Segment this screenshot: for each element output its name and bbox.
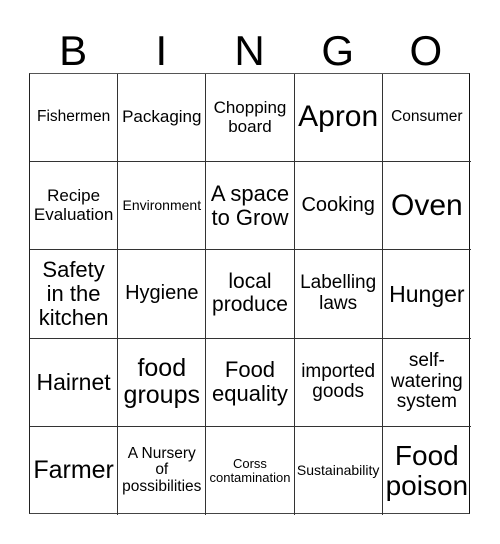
bingo-cell[interactable]: Packaging [118,74,207,163]
cell-text: Hairnet [36,368,111,395]
bingo-cell[interactable]: Hairnet [30,338,119,427]
bingo-cell[interactable]: A space to Grow [206,162,295,251]
bingo-cell[interactable]: imported goods [294,338,383,427]
bingo-cell[interactable]: Corss contamination [206,426,295,515]
bingo-cell[interactable]: Safety in the kitchen [30,250,119,339]
cell-text: A Nursery of possibilities [122,444,202,496]
bingo-cell[interactable]: Fishermen [30,74,119,163]
cell-text: Chopping board [213,98,287,136]
header-letter-b: B [59,27,88,74]
cell-text: Safety in the kitchen [38,257,109,330]
cell-text: Fishermen [36,108,111,126]
bingo-header: B I N G O [29,28,470,73]
header-letter-o: O [409,27,443,74]
bingo-cell[interactable]: food groups [118,338,207,427]
cell-text: self-watering system [390,350,463,413]
header-letter-i: I [155,27,168,74]
bingo-cell[interactable]: Food poison [383,427,471,515]
cell-text: Food equality [212,357,288,407]
bingo-cell[interactable]: self-watering system [382,339,471,427]
cell-text: local produce [212,270,288,316]
bingo-cell[interactable]: Environment [118,162,207,251]
header-letter-n: N [234,27,265,74]
bingo-cell[interactable]: Oven [382,162,471,251]
bingo-grid: Fishermen Packaging Chopping board Apron… [29,73,471,515]
bingo-cell[interactable]: local produce [206,250,295,339]
bingo-cell[interactable]: Labelling laws [294,250,383,339]
cell-text: Food poison [385,439,469,501]
bingo-cell[interactable]: Consumer [382,74,471,163]
cell-text: Corss contamination [209,455,291,485]
cell-text: Packaging [122,107,202,127]
cell-text: Environment [122,197,202,214]
bingo-cell[interactable]: Hygiene [118,250,207,339]
header-letter-g: G [321,27,355,74]
cell-text: Oven [390,188,463,222]
bingo-cell[interactable]: Apron [294,74,383,163]
cell-text: Hunger [389,280,465,307]
cell-text: Consumer [391,108,463,126]
bingo-cell[interactable]: Chopping board [206,74,295,163]
bingo-cell[interactable]: Cooking [294,162,383,251]
cell-text: Cooking [301,193,375,216]
cell-text: Farmer [33,456,114,485]
bingo-cell[interactable]: Recipe Evaluation [30,162,119,251]
bingo-cell[interactable]: Farmer [30,426,119,515]
bingo-cell[interactable]: A Nursery of possibilities [118,426,207,515]
bingo-cell[interactable]: Hunger [382,250,471,339]
cell-text: Sustainability [296,462,380,479]
cell-text: Hygiene [125,282,199,305]
cell-text: food groups [123,354,200,410]
cell-text: A space to Grow [210,181,290,230]
cell-text: Apron [298,100,379,134]
bingo-cell[interactable]: Sustainability [295,426,383,515]
cell-text: imported goods [301,360,376,403]
cell-text: Recipe Evaluation [33,186,114,224]
cell-text: Labelling laws [300,272,377,314]
bingo-cell[interactable]: Food equality [206,338,295,427]
